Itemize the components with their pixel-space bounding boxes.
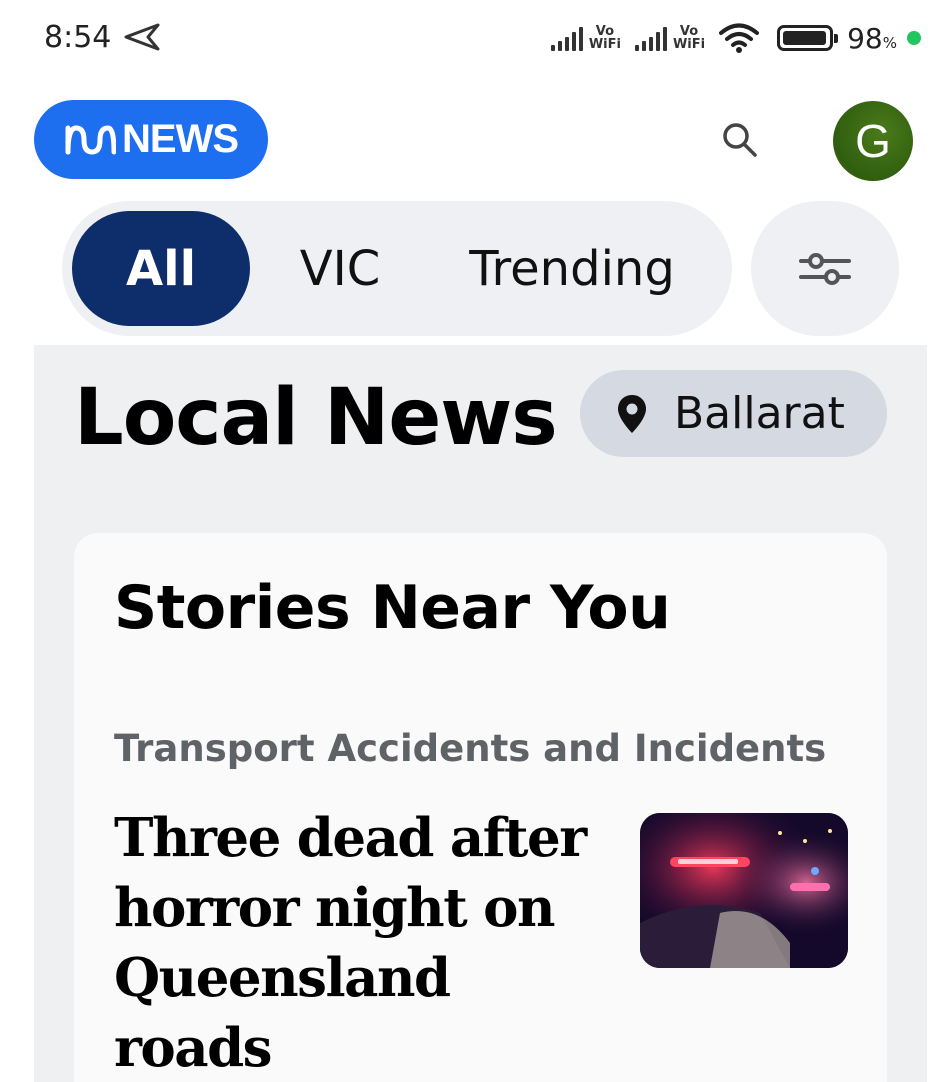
card-title: Stories Near You xyxy=(114,573,671,643)
search-icon xyxy=(723,123,757,157)
content-area: Local News Ballarat Stories Near You Tra… xyxy=(34,345,927,1082)
tab-trending[interactable]: Trending xyxy=(452,211,692,326)
navigation-arrow-icon xyxy=(124,23,160,51)
sliders-icon xyxy=(799,252,851,285)
search-button[interactable] xyxy=(716,116,764,164)
police-lights-image xyxy=(640,813,848,968)
filter-button[interactable] xyxy=(751,201,899,336)
stories-near-you-card: Stories Near You Transport Accidents and… xyxy=(74,533,887,1082)
avatar[interactable]: G xyxy=(833,101,913,181)
vowifi-badge: Vo WiFi xyxy=(588,24,621,52)
location-chip[interactable]: Ballarat xyxy=(580,370,887,457)
status-time: 8:54 xyxy=(44,20,112,55)
signal-icon xyxy=(634,25,667,51)
battery-icon xyxy=(777,25,839,51)
tab-all[interactable]: All xyxy=(72,211,250,326)
story-category[interactable]: Transport Accidents and Incidents xyxy=(114,727,826,770)
story-headline[interactable]: Three dead after horror night on Queensl… xyxy=(114,803,604,1082)
battery-percent: 98% xyxy=(847,21,897,55)
category-tabs: All VIC Trending xyxy=(62,201,732,336)
story-thumbnail[interactable] xyxy=(640,813,848,968)
status-bar: 8:54 Vo WiFi Vo WiFi 98% xyxy=(0,0,945,80)
page-title: Local News xyxy=(74,373,558,463)
signal-icon xyxy=(550,25,583,51)
wifi-icon xyxy=(719,23,760,53)
vowifi-badge: Vo WiFi xyxy=(672,24,706,52)
location-pin-icon xyxy=(618,394,646,433)
privacy-indicator-dot xyxy=(907,31,921,45)
status-icons: Vo WiFi Vo WiFi 98% xyxy=(550,16,921,60)
location-label: Ballarat xyxy=(674,388,845,439)
abc-logo-icon xyxy=(65,124,116,155)
tab-vic[interactable]: VIC xyxy=(277,211,403,326)
abc-news-logo[interactable]: NEWS xyxy=(34,100,268,179)
logo-text: NEWS xyxy=(122,117,239,161)
